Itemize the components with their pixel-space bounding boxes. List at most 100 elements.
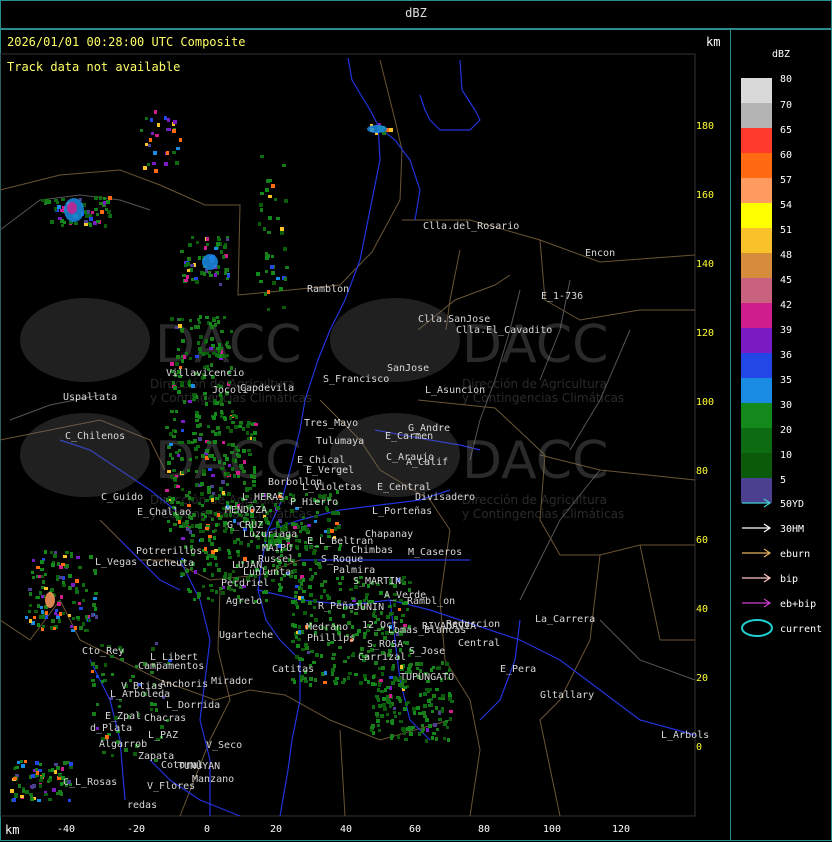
echo-pixel	[183, 355, 186, 359]
echo-pixel	[348, 672, 352, 675]
echo-pixel	[251, 423, 254, 426]
echo-pixel	[323, 589, 326, 593]
echo-pixel	[217, 265, 220, 269]
echo-pixel	[206, 237, 209, 241]
echo-pixel	[316, 511, 319, 514]
place-label: Mirador	[211, 676, 253, 687]
echo-pixel	[291, 640, 295, 643]
legend-level-label: 60	[780, 150, 792, 161]
echo-pixel	[82, 583, 85, 587]
echo-pixel	[88, 619, 91, 622]
echo-pixel	[380, 714, 384, 718]
echo-pixel	[215, 353, 219, 357]
echo-pixel	[327, 530, 330, 534]
echo-pixel	[267, 308, 270, 311]
echo-pixel	[390, 736, 393, 740]
echo-pixel	[335, 522, 339, 525]
place-label: MAIPU	[262, 543, 292, 554]
echo-pixel	[211, 573, 214, 577]
echo-pixel	[295, 602, 298, 606]
echo-pixel	[426, 728, 429, 732]
echo-pixel	[198, 347, 202, 351]
echo-pixel	[271, 255, 274, 258]
echo-pixel	[151, 647, 155, 651]
echo-pixel	[432, 694, 436, 698]
echo-pixel	[211, 518, 214, 521]
place-label: E_Zpal	[105, 711, 141, 722]
x-tick-label: 80	[478, 824, 490, 835]
echo-pixel	[296, 547, 299, 550]
echo-pixel	[188, 243, 192, 247]
echo-pixel	[187, 469, 190, 472]
place-label: R_Peña	[318, 601, 354, 612]
echo-pixel	[33, 616, 36, 619]
echo-pixel	[210, 363, 213, 367]
echo-pixel	[237, 454, 241, 458]
echo-pixel	[195, 419, 199, 422]
timestamp-label: 2026/01/01 00:28:00 UTC Composite	[7, 35, 245, 49]
echo-pixel	[209, 584, 213, 587]
radar-map[interactable]: DACC Dirección de Agricultura y Continge…	[0, 0, 832, 842]
echo-pixel	[103, 197, 106, 200]
echo-pixel	[310, 614, 313, 617]
echo-pixel	[404, 738, 408, 741]
echo-pixel	[191, 524, 194, 528]
echo-pixel	[220, 330, 224, 333]
echo-pixel	[160, 725, 164, 729]
echo-pixel	[228, 551, 231, 555]
echo-pixel	[230, 531, 233, 534]
echo-pixel	[223, 416, 226, 420]
echo-pixel	[205, 499, 209, 502]
place-label: Gltallary	[540, 690, 594, 701]
echo-pixel	[215, 497, 219, 500]
echo-pixel	[221, 480, 225, 484]
echo-pixel	[175, 362, 179, 366]
echo-pixel	[376, 719, 380, 723]
echo-pixel	[315, 653, 319, 657]
echo-pixel	[176, 355, 180, 359]
echo-pixel	[379, 591, 383, 595]
echo-pixel	[401, 579, 404, 583]
echo-pixel	[397, 735, 400, 739]
echo-pixel	[41, 595, 44, 598]
echo-pixel	[225, 268, 229, 272]
echo-pixel	[191, 384, 195, 388]
echo-pixel	[387, 700, 391, 704]
echo-pixel	[202, 352, 205, 356]
legend-swatch	[741, 453, 772, 478]
echo-pixel	[147, 163, 150, 166]
legend-current: current	[741, 619, 822, 637]
echo-pixel	[351, 625, 354, 629]
echo-pixel	[393, 603, 396, 607]
echo-pixel	[56, 578, 59, 581]
echo-pixel	[265, 252, 268, 256]
echo-pixel	[210, 337, 214, 341]
echo-pixel	[61, 219, 64, 223]
echo-pixel	[228, 401, 231, 404]
echo-pixel	[202, 469, 206, 473]
echo-pixel	[68, 574, 72, 578]
echo-pixel	[154, 110, 157, 114]
echo-pixel	[89, 217, 93, 221]
place-label: Luzuriaga	[243, 529, 297, 540]
echo-pixel	[181, 359, 184, 363]
echo-pixel	[377, 698, 380, 702]
legend-level-label: 48	[780, 250, 792, 261]
echo-pixel	[148, 144, 151, 147]
echo-pixel	[188, 380, 191, 384]
x-tick-label: 40	[340, 824, 352, 835]
place-label: redas	[127, 800, 157, 811]
echo-pixel	[419, 693, 422, 697]
echo-pixel	[302, 578, 305, 582]
echo-pixel	[199, 351, 202, 354]
echo-pixel	[412, 707, 416, 711]
echo-pixel	[213, 457, 216, 461]
echo-pixel	[267, 231, 271, 234]
echo-pixel	[187, 257, 191, 261]
echo-pixel	[338, 582, 342, 585]
echo-pixel	[70, 625, 73, 628]
echo-pixel	[303, 677, 307, 680]
echo-pixel	[433, 723, 437, 727]
place-label: P_Hierro	[290, 497, 338, 508]
place-label: La_Carrera	[535, 614, 595, 625]
